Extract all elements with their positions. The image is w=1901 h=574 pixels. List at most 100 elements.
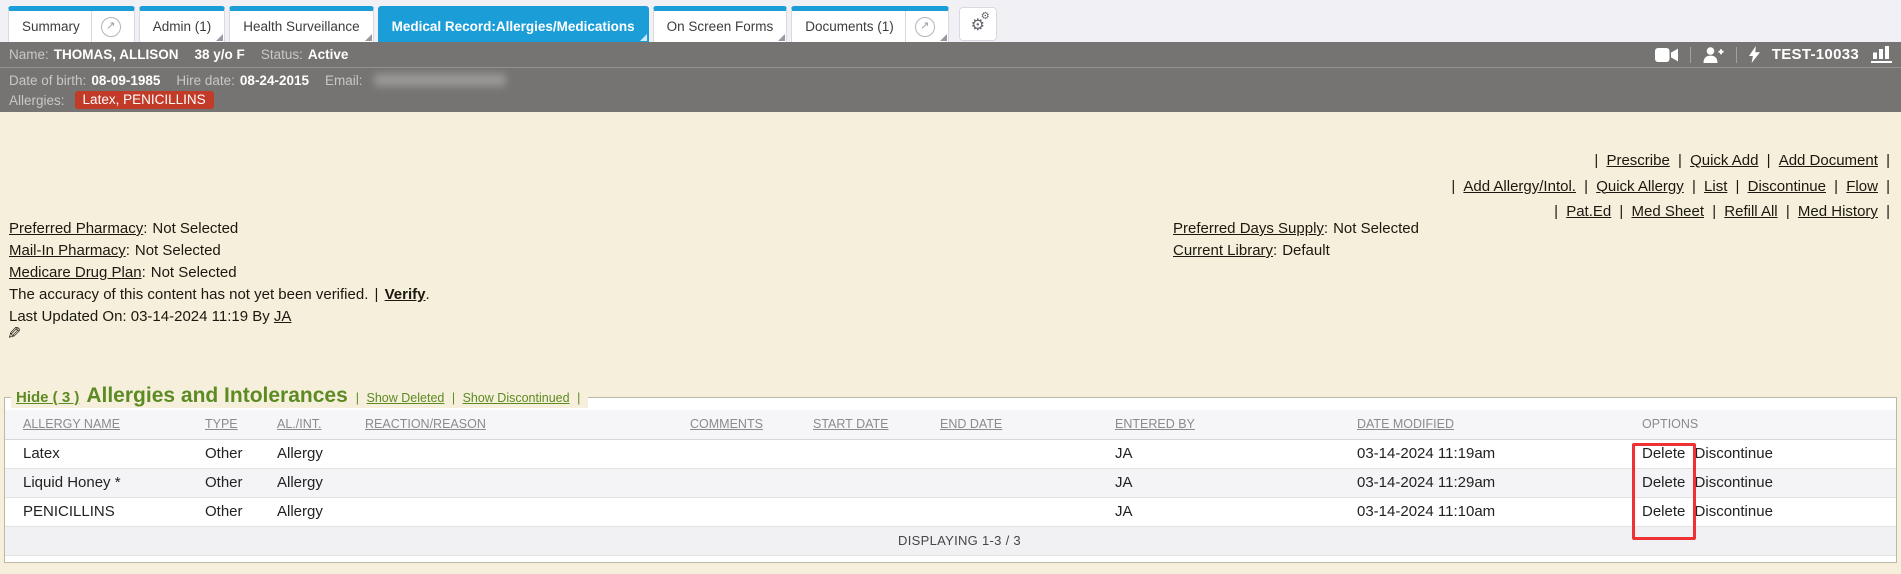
col-reaction-reason[interactable]: REACTION/REASON	[347, 410, 672, 439]
preferred-days-supply-row: Preferred Days Supply:Not Selected	[1173, 218, 1419, 240]
show-discontinued-link[interactable]: Show Discontinued	[463, 391, 570, 405]
email-redacted	[374, 74, 506, 86]
delete-link[interactable]: Delete	[1642, 445, 1685, 462]
medicare-drug-plan-link[interactable]: Medicare Drug Plan	[9, 264, 142, 281]
cell-start-date	[795, 439, 922, 468]
allergies-panel-legend: Hide ( 3 ) Allergies and Intolerances | …	[11, 384, 588, 408]
medicare-drug-plan-row: Medicare Drug Plan:Not Selected	[9, 262, 430, 284]
col-date-modified[interactable]: DATE MODIFIED	[1339, 410, 1624, 439]
discontinue-link[interactable]: Discontinue	[1695, 474, 1773, 491]
current-library-link[interactable]: Current Library	[1173, 242, 1273, 259]
cell-reaction	[347, 497, 672, 526]
med-history-link[interactable]: Med History	[1798, 203, 1878, 220]
tab-summary[interactable]: Summary ↗	[8, 6, 135, 42]
tab-summary-popout[interactable]: ↗	[91, 11, 121, 42]
allergies-badge[interactable]: Latex, PENICILLINS	[75, 91, 214, 109]
col-type[interactable]: TYPE	[187, 410, 259, 439]
cell-date-modified: 03-14-2024 11:19am	[1339, 439, 1624, 468]
flow-link[interactable]: Flow	[1846, 178, 1878, 195]
cell-comments	[672, 497, 795, 526]
patient-id: TEST-10033	[1772, 46, 1859, 63]
edit-pencil-icon[interactable]: ✎	[7, 324, 21, 344]
patient-status: Active	[308, 47, 349, 62]
cell-entered-by: JA	[1097, 468, 1339, 497]
patient-name: THOMAS, ALLISON	[54, 47, 179, 62]
pat-ed-link[interactable]: Pat.Ed	[1566, 203, 1611, 220]
dob-label: Date of birth:	[9, 73, 86, 88]
tab-bar: Summary ↗ Admin (1) Health Surveillance …	[0, 0, 1901, 42]
cell-date-modified: 03-14-2024 11:29am	[1339, 468, 1624, 497]
cell-allergy-name: PENICILLINS	[5, 497, 187, 526]
col-allergy-name[interactable]: ALLERGY NAME	[5, 410, 187, 439]
cell-entered-by: JA	[1097, 497, 1339, 526]
last-updated-text: Last Updated On: 03-14-2024 11:19 By	[9, 308, 270, 325]
discontinue-link[interactable]: Discontinue	[1748, 178, 1826, 195]
cell-start-date	[795, 497, 922, 526]
cell-al-int: Allergy	[259, 497, 347, 526]
mail-in-pharmacy-link[interactable]: Mail-In Pharmacy	[9, 242, 126, 259]
cell-type: Other	[187, 497, 259, 526]
med-sheet-link[interactable]: Med Sheet	[1631, 203, 1704, 220]
hide-link[interactable]: Hide ( 3 )	[16, 389, 79, 406]
patient-header-bar: Name: THOMAS, ALLISON 38 y/o F Status: A…	[0, 42, 1901, 68]
verify-row: The accuracy of this content has not yet…	[9, 284, 430, 306]
tab-on-screen-forms[interactable]: On Screen Forms	[653, 6, 788, 42]
video-camera-icon[interactable]	[1655, 48, 1678, 62]
tab-documents[interactable]: Documents (1) ↗	[791, 6, 949, 42]
delete-link[interactable]: Delete	[1642, 503, 1685, 520]
action-row-1: | Prescribe | Quick Add | Add Document |	[1449, 148, 1892, 174]
hire-date-label: Hire date:	[176, 73, 235, 88]
preferred-days-supply-link[interactable]: Preferred Days Supply	[1173, 220, 1324, 237]
patient-hire-date: 08-24-2015	[240, 73, 309, 88]
preferred-days-supply-value: Not Selected	[1333, 220, 1419, 237]
table-header-row: ALLERGY NAME TYPE AL./INT. REACTION/REAS…	[5, 410, 1896, 439]
tab-admin[interactable]: Admin (1)	[139, 6, 226, 42]
table-row: PENICILLINS Other Allergy JA 03-14-2024 …	[5, 497, 1896, 526]
preferred-pharmacy-link[interactable]: Preferred Pharmacy	[9, 220, 143, 237]
add-document-link[interactable]: Add Document	[1779, 152, 1878, 169]
cell-reaction	[347, 468, 672, 497]
quick-allergy-link[interactable]: Quick Allergy	[1596, 178, 1684, 195]
lightning-icon[interactable]	[1749, 46, 1760, 63]
tab-health-surveillance[interactable]: Health Surveillance	[229, 6, 373, 42]
cell-allergy-name: Liquid Honey *	[5, 468, 187, 497]
open-new-icon: ↗	[101, 17, 121, 37]
last-updated-by-link[interactable]: JA	[274, 308, 292, 325]
accuracy-text: The accuracy of this content has not yet…	[9, 286, 368, 303]
list-link[interactable]: List	[1704, 178, 1727, 195]
cell-type: Other	[187, 468, 259, 497]
add-user-icon[interactable]	[1703, 47, 1724, 63]
email-label: Email:	[325, 73, 363, 88]
cell-type: Other	[187, 439, 259, 468]
col-end-date[interactable]: END DATE	[922, 410, 1097, 439]
verify-link[interactable]: Verify	[385, 286, 426, 303]
col-start-date[interactable]: START DATE	[795, 410, 922, 439]
tab-documents-popout[interactable]: ↗	[905, 11, 935, 42]
col-comments[interactable]: COMMENTS	[672, 410, 795, 439]
discontinue-link[interactable]: Discontinue	[1695, 445, 1773, 462]
tab-label: Admin (1)	[153, 19, 212, 34]
tab-label: Documents (1)	[805, 19, 894, 34]
table-footer-row: DISPLAYING 1-3 / 3	[5, 526, 1896, 555]
patient-dob: 08-09-1985	[91, 73, 160, 88]
cell-comments	[672, 439, 795, 468]
refill-all-link[interactable]: Refill All	[1724, 203, 1777, 220]
add-allergy-intol-link[interactable]: Add Allergy/Intol.	[1463, 178, 1576, 195]
action-links: | Prescribe | Quick Add | Add Document |…	[1449, 148, 1892, 225]
current-library-row: Current Library:Default	[1173, 240, 1419, 262]
cell-options: Delete Discontinue	[1624, 497, 1896, 526]
quick-add-link[interactable]: Quick Add	[1690, 152, 1758, 169]
col-al-int[interactable]: AL./INT.	[259, 410, 347, 439]
settings-button[interactable]: ⚙ ⚙	[959, 7, 997, 41]
tab-label: Medical Record:Allergies/Medications	[392, 19, 635, 34]
divider	[1690, 47, 1691, 63]
col-entered-by[interactable]: ENTERED BY	[1097, 410, 1339, 439]
show-deleted-link[interactable]: Show Deleted	[367, 391, 445, 405]
allergies-label: Allergies:	[9, 93, 65, 108]
delete-link[interactable]: Delete	[1642, 474, 1685, 491]
prescribe-link[interactable]: Prescribe	[1606, 152, 1669, 169]
bar-chart-icon[interactable]	[1871, 46, 1892, 63]
tab-medical-record-allergies-medications[interactable]: Medical Record:Allergies/Medications	[378, 6, 649, 42]
show-links: | Show Deleted | Show Discontinued |	[355, 391, 582, 405]
discontinue-link[interactable]: Discontinue	[1695, 503, 1773, 520]
